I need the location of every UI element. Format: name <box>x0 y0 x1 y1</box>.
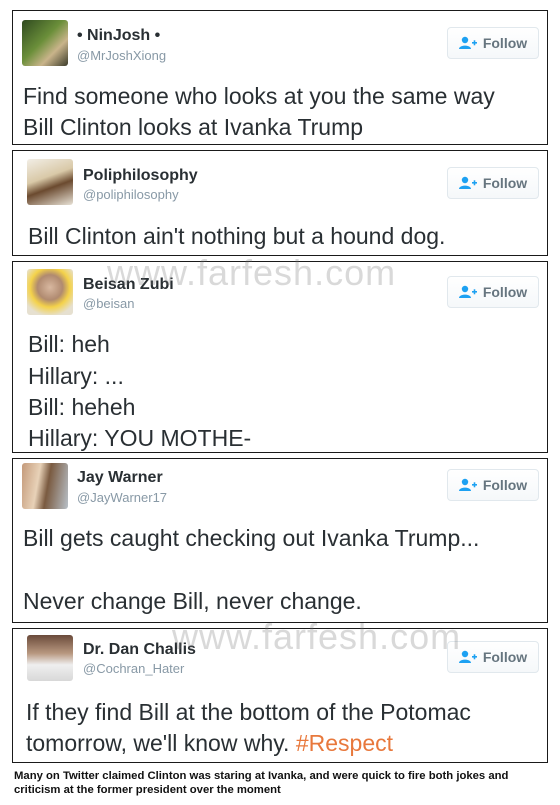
follow-button[interactable]: Follow <box>447 27 539 59</box>
display-name[interactable]: Poliphilosophy <box>83 167 198 185</box>
watermark: www.farfesh.com <box>172 616 462 657</box>
follow-button[interactable]: Follow <box>447 469 539 501</box>
tweet-text-line: Hillary: YOU MOTHE- <box>28 425 252 451</box>
tweet-text-fragment: tomorrow, we'll know why. <box>26 730 290 756</box>
follow-label: Follow <box>482 175 528 191</box>
handle[interactable]: @beisan <box>83 296 135 311</box>
add-user-icon <box>458 176 477 189</box>
display-name[interactable]: Jay Warner <box>77 469 163 487</box>
add-user-icon <box>458 36 477 49</box>
avatar[interactable] <box>22 463 68 509</box>
follow-label: Follow <box>482 35 528 51</box>
tweet-text-line: Bill gets caught checking out Ivanka Tru… <box>23 525 480 551</box>
follow-label: Follow <box>482 477 528 493</box>
avatar[interactable] <box>27 635 73 681</box>
tweet-text-line: Bill: heheh <box>28 394 136 420</box>
add-user-icon <box>458 650 477 663</box>
follow-button[interactable]: Follow <box>447 167 539 199</box>
tweet-text-line: Bill Clinton looks at Ivanka Trump <box>23 114 364 140</box>
handle[interactable]: @MrJoshXiong <box>77 48 166 63</box>
tweet-text-line: Bill: heh <box>28 331 110 357</box>
add-user-icon <box>458 285 477 298</box>
hashtag-link[interactable]: #Respect <box>296 730 393 756</box>
tweet-text-line: Never change Bill, never change. <box>23 588 362 614</box>
avatar[interactable] <box>27 269 73 315</box>
tweet-card: • NinJosh • @MrJoshXiong Follow Find som… <box>12 10 548 145</box>
tweet-text-line: If they find Bill at the bottom of the P… <box>26 699 471 725</box>
watermark: www.farfesh.com <box>107 252 397 293</box>
handle[interactable]: @JayWarner17 <box>77 490 167 505</box>
handle[interactable]: @poliphilosophy <box>83 187 179 202</box>
avatar[interactable] <box>22 20 68 66</box>
tweet-text-line: Bill Clinton ain't nothing but a hound d… <box>28 223 446 249</box>
follow-button[interactable]: Follow <box>447 276 539 308</box>
follow-label: Follow <box>482 649 528 665</box>
tweet-text-line: tomorrow, we'll know why. #Respect <box>26 728 393 759</box>
add-user-icon <box>458 478 477 491</box>
handle[interactable]: @Cochran_Hater <box>83 661 184 676</box>
avatar[interactable] <box>27 159 73 205</box>
follow-label: Follow <box>482 284 528 300</box>
tweet-text-line: Find someone who looks at you the same w… <box>23 83 495 109</box>
image-caption: Many on Twitter claimed Clinton was star… <box>14 770 509 796</box>
display-name[interactable]: • NinJosh • <box>77 27 160 45</box>
tweet-card: Jay Warner @JayWarner17 Follow Bill gets… <box>12 458 548 623</box>
tweet-card: Poliphilosophy @poliphilosophy Follow Bi… <box>12 150 548 256</box>
tweet-text-line: Hillary: ... <box>28 363 124 389</box>
